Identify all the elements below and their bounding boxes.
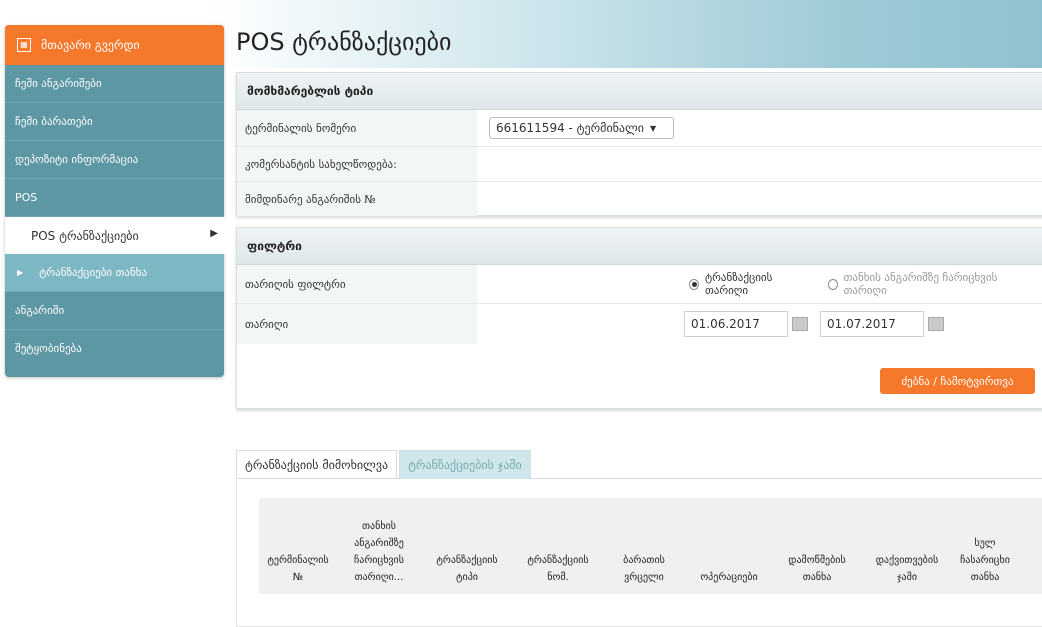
column-header[interactable]: ტრანზაქციის ნომ. xyxy=(513,552,603,594)
sidebar-item-label: POS ტრანზაქციები xyxy=(31,228,139,243)
column-header[interactable]: ტრანზაქციის ტიპი xyxy=(421,552,513,594)
sidebar-item-transaction-amount[interactable]: ▶ ტრანზაქციები თანხა xyxy=(5,254,224,292)
sidebar-item-label: ანგარიში xyxy=(15,304,65,317)
caret-right-icon: ▶ xyxy=(17,268,24,277)
radio-transaction-date[interactable]: ტრანზაქციის თარიღი xyxy=(689,271,806,297)
sidebar-home-label: მთავარი გვერდი xyxy=(41,38,140,52)
date-range-row: თარიღი 01.06.2017 01.07.2017 xyxy=(237,304,1042,344)
sidebar-item-label: ჩემი ანგარიშები xyxy=(15,77,102,90)
sidebar-item-label: ტრანზაქციები თანხა xyxy=(39,266,148,279)
tab-transaction-overview[interactable]: ტრანზაქციის მიმოხილვა xyxy=(236,450,398,479)
page-title: POS ტრანზაქციები xyxy=(236,28,452,56)
sidebar-item-pos-transactions[interactable]: POS ტრანზაქციები ▶ xyxy=(5,217,228,254)
terminal-select-value: 661611594 - ტერმინალი xyxy=(496,121,644,135)
column-header[interactable]: ოპერაციები xyxy=(685,569,773,594)
filter-panel-title: ფილტრი xyxy=(237,228,1042,265)
sidebar-item-cards[interactable]: ჩემი ბარათები xyxy=(5,103,224,141)
sidebar-home[interactable]: ▦ მთავარი გვერდი xyxy=(5,25,224,65)
terminal-select[interactable]: 661611594 - ტერმინალი ▼ xyxy=(489,117,674,139)
table-header: ტერმინალის № თანხის ანგარიშზე ჩარიცხვის … xyxy=(259,498,1042,594)
sidebar-item-label: ჩემი ბარათები xyxy=(15,115,93,128)
merchant-row: კომერსანტის სახელწოდება: xyxy=(237,147,1042,182)
search-button[interactable]: ძებნა / ჩამოტვირთვა xyxy=(880,368,1035,394)
sidebar-item-label: დეპოზიტი ინფორმაცია xyxy=(15,153,139,166)
date-from-input[interactable]: 01.06.2017 xyxy=(684,311,788,337)
merchant-label: კომერსანტის სახელწოდება: xyxy=(237,147,477,181)
radio-checked-icon xyxy=(689,278,699,290)
chevron-right-icon: ▶ xyxy=(210,228,218,239)
terminal-row: ტერმინალის ნომერი 661611594 - ტერმინალი … xyxy=(237,110,1042,147)
date-label: თარიღი xyxy=(237,304,477,344)
account-value xyxy=(477,182,1042,216)
details-panel: მომხმარებლის ტიპი ტერმინალის ნომერი 6616… xyxy=(236,72,1042,216)
transactions-table: ტერმინალის № თანხის ანგარიშზე ჩარიცხვის … xyxy=(236,478,1042,627)
date-type-row: თარიღის ფილტრი ტრანზაქციის თარიღი თანხის… xyxy=(237,265,1042,304)
chevron-down-icon: ▼ xyxy=(650,123,657,133)
sidebar-item-label: POS xyxy=(15,191,38,204)
column-header[interactable]: თანხის ანგარიშზე ჩარიცხვის თარიღი... xyxy=(337,518,421,594)
radio-unchecked-icon xyxy=(827,278,838,290)
details-panel-title: მომხმარებლის ტიპი xyxy=(237,73,1042,110)
calendar-icon[interactable] xyxy=(928,317,944,331)
tab-bar: ტრანზაქციის მიმოხილვა ტრანზაქციების ჯამი xyxy=(236,450,533,479)
home-icon: ▦ xyxy=(17,38,31,52)
column-header[interactable]: ტერმინალის № xyxy=(259,552,337,594)
calendar-icon[interactable] xyxy=(792,317,808,331)
sidebar-item-accounts[interactable]: ჩემი ანგარიშები xyxy=(5,65,224,103)
account-row: მიმდინარე ანგარიშის № xyxy=(237,182,1042,216)
terminal-label: ტერმინალის ნომერი xyxy=(237,110,477,146)
sidebar-item-pos[interactable]: POS xyxy=(5,179,224,217)
column-header[interactable]: დაქვითვების ჯამი xyxy=(861,552,953,594)
radio-label: ტრანზაქციის თარიღი xyxy=(704,271,773,297)
filter-panel: ფილტრი თარიღის ფილტრი ტრანზაქციის თარიღი… xyxy=(236,227,1042,409)
tab-transaction-totals[interactable]: ტრანზაქციების ჯამი xyxy=(399,450,531,479)
radio-settlement-date[interactable]: თანხის ანგარიშზე ჩარიცხვის თარიღი xyxy=(827,271,1021,297)
column-header[interactable]: ბარათის ვრცელი xyxy=(603,552,685,594)
sidebar: ▦ მთავარი გვერდი ჩემი ანგარიშები ჩემი ბა… xyxy=(5,25,228,377)
column-header[interactable]: სულ ჩასარიცხი თანხა xyxy=(953,535,1017,594)
sidebar-item-label: შეტყობინება xyxy=(15,342,82,355)
radio-label: თანხის ანგარიშზე ჩარიცხვის თარიღი xyxy=(843,271,998,297)
column-header[interactable]: დამოწმების თანხა xyxy=(773,552,861,594)
sidebar-item-messages[interactable]: შეტყობინება xyxy=(5,330,224,367)
date-type-label: თარიღის ფილტრი xyxy=(237,265,477,303)
merchant-value xyxy=(477,147,1042,181)
date-to-input[interactable]: 01.07.2017 xyxy=(820,311,924,337)
sidebar-item-statement[interactable]: ანგარიში xyxy=(5,292,224,330)
account-label: მიმდინარე ანგარიშის № xyxy=(237,182,477,216)
sidebar-item-deposits[interactable]: დეპოზიტი ინფორმაცია xyxy=(5,141,224,179)
